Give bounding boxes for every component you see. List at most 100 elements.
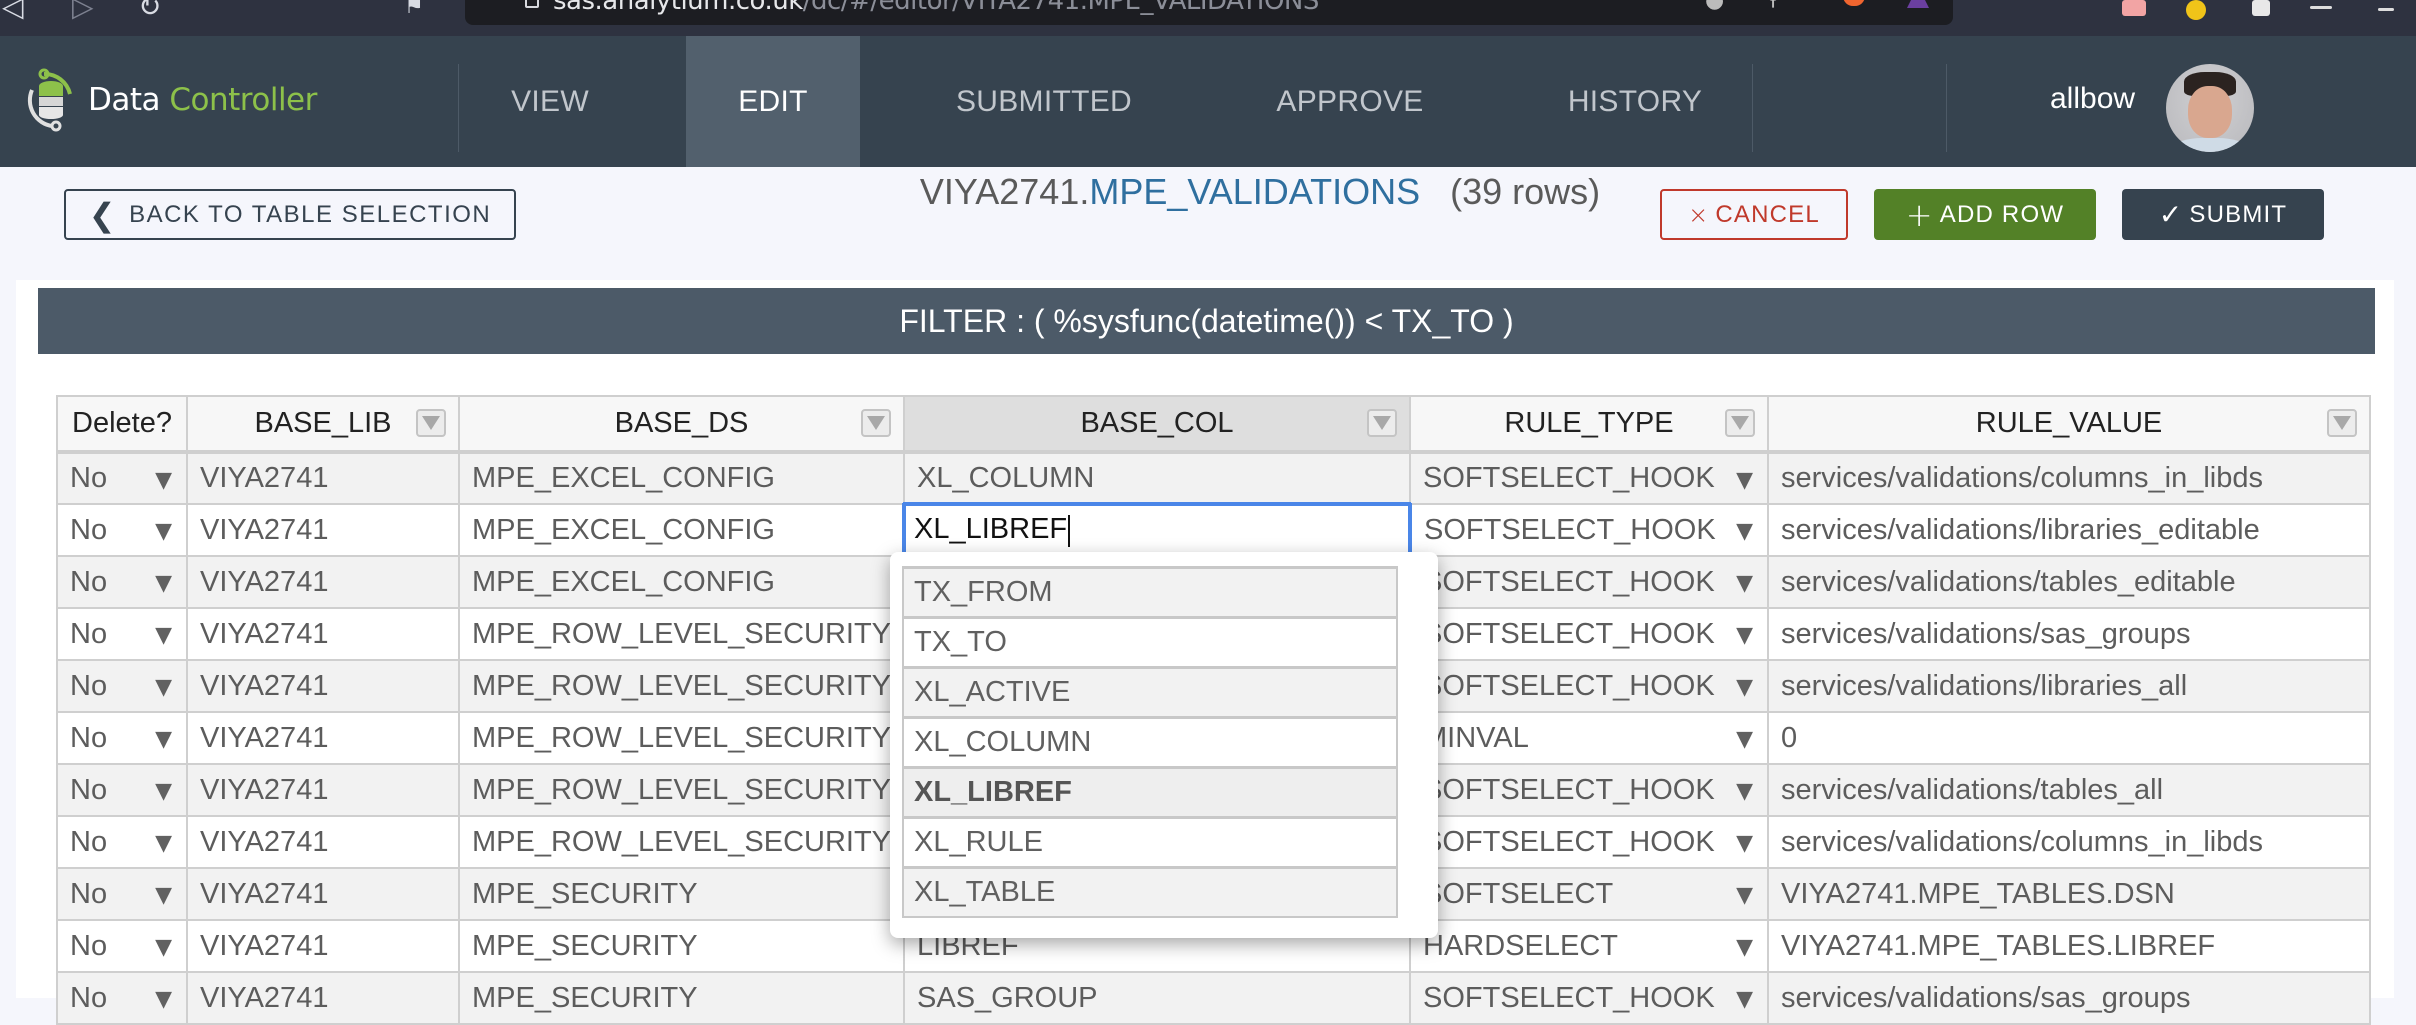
cell-base-ds[interactable]: MPE_ROW_LEVEL_SECURITY <box>457 763 906 817</box>
nav-view[interactable]: VIEW <box>460 36 640 167</box>
dropdown-arrow-icon[interactable]: ▼ <box>155 987 172 1012</box>
cell-rule-value[interactable]: services/validations/libraries_all <box>1767 659 2372 713</box>
back-to-table-selection-button[interactable]: ❮ BACK TO TABLE SELECTION <box>64 189 516 240</box>
cell-base-ds[interactable]: MPE_ROW_LEVEL_SECURITY <box>457 607 906 661</box>
cell-rule-type[interactable]: SOFTSELECT ▼ <box>1409 867 1770 921</box>
column-filter-button[interactable] <box>2327 409 2358 437</box>
cell-base-ds[interactable]: MPE_ROW_LEVEL_SECURITY <box>457 815 906 869</box>
cell-base-lib[interactable]: VIYA2741 <box>186 763 460 817</box>
bookmark-icon[interactable]: ⚑ <box>404 0 424 22</box>
cell-delete[interactable]: No ▼ <box>56 659 188 713</box>
nav-submitted[interactable]: SUBMITTED <box>920 36 1168 167</box>
dropdown-arrow-icon[interactable]: ▼ <box>155 571 172 596</box>
cell-base-ds[interactable]: MPE_SECURITY <box>457 971 906 1025</box>
cell-rule-value[interactable]: services/validations/columns_in_libds <box>1767 815 2372 869</box>
cell-rule-type[interactable]: MINVAL ▼ <box>1409 711 1770 765</box>
dropdown-arrow-icon[interactable]: ▼ <box>1736 468 1753 493</box>
add-row-button[interactable]: + ADD ROW <box>1874 189 2096 240</box>
cell-base-ds[interactable]: MPE_SECURITY <box>457 919 906 973</box>
cell-base-lib[interactable]: VIYA2741 <box>186 919 460 973</box>
cell-rule-value[interactable]: services/validations/sas_groups <box>1767 607 2372 661</box>
cell-base-ds[interactable]: MPE_EXCEL_CONFIG <box>457 503 906 557</box>
submit-button[interactable]: ✓ SUBMIT <box>2122 189 2324 240</box>
column-filter-button[interactable] <box>416 409 446 437</box>
forward-icon[interactable]: ▷ <box>72 0 94 22</box>
cell-base-lib[interactable]: VIYA2741 <box>186 503 460 557</box>
cell-base-ds[interactable]: MPE_ROW_LEVEL_SECURITY <box>457 659 906 713</box>
dropdown-arrow-icon[interactable]: ▼ <box>1736 519 1753 544</box>
extension-icon[interactable] <box>2122 0 2146 16</box>
dropdown-arrow-icon[interactable]: ▼ <box>155 468 172 493</box>
dropdown-arrow-icon[interactable]: ▼ <box>155 675 172 700</box>
cell-delete[interactable]: No ▼ <box>56 919 188 973</box>
puzzle-extensions-icon[interactable] <box>2252 0 2270 16</box>
cell-base-lib[interactable]: VIYA2741 <box>186 607 460 661</box>
zoom-search-icon[interactable]: ⚲ <box>1765 0 1787 11</box>
nav-edit[interactable]: EDIT <box>686 36 860 167</box>
back-icon[interactable]: ◁ <box>2 0 24 22</box>
cell-delete[interactable]: No ▼ <box>56 711 188 765</box>
autocomplete-option[interactable]: TX_FROM <box>902 566 1398 618</box>
cell-editor-input[interactable]: XL_LIBREF <box>902 502 1413 558</box>
logo[interactable]: Data Controller <box>22 68 317 132</box>
cell-delete[interactable]: No ▼ <box>56 503 188 557</box>
cell-rule-type[interactable]: SOFTSELECT_HOOK ▼ <box>1409 659 1770 713</box>
cell-rule-type[interactable]: SOFTSELECT_HOOK ▼ <box>1409 607 1770 661</box>
cell-base-lib[interactable]: VIYA2741 <box>186 867 460 921</box>
dropdown-arrow-icon[interactable]: ▼ <box>1736 727 1753 752</box>
cell-rule-value[interactable]: services/validations/libraries_editable <box>1767 503 2372 557</box>
dropdown-arrow-icon[interactable]: ▼ <box>155 727 172 752</box>
cell-rule-value[interactable]: services/validations/tables_all <box>1767 763 2372 817</box>
dropdown-arrow-icon[interactable]: ▼ <box>155 883 172 908</box>
cell-rule-value[interactable]: services/validations/sas_groups <box>1767 971 2372 1025</box>
reload-icon[interactable]: ↻ <box>138 0 161 22</box>
column-filter-button[interactable] <box>861 409 892 437</box>
column-header-rule-value[interactable]: RULE_VALUE <box>1767 395 2372 454</box>
dropdown-arrow-icon[interactable]: ▼ <box>1736 935 1753 960</box>
dataset-name[interactable]: MPE_VALIDATIONS <box>1089 171 1420 212</box>
cell-base-lib[interactable]: VIYA2741 <box>186 555 460 609</box>
autocomplete-option[interactable]: XL_TABLE <box>902 866 1398 918</box>
cell-delete[interactable]: No ▼ <box>56 867 188 921</box>
dropdown-arrow-icon[interactable]: ▼ <box>1736 883 1753 908</box>
dropdown-arrow-icon[interactable]: ▼ <box>1736 987 1753 1012</box>
dropdown-arrow-icon[interactable]: ▼ <box>1736 623 1753 648</box>
brave-shield-icon[interactable] <box>1843 0 1865 6</box>
cell-delete[interactable]: No ▼ <box>56 607 188 661</box>
dropdown-arrow-icon[interactable]: ▼ <box>1736 779 1753 804</box>
extension-icon[interactable] <box>2186 0 2206 20</box>
dropdown-arrow-icon[interactable]: ▼ <box>155 519 172 544</box>
brave-rewards-icon[interactable] <box>1907 0 1929 8</box>
dropdown-arrow-icon[interactable]: ▼ <box>155 779 172 804</box>
key-icon[interactable]: ● <box>1705 0 1727 13</box>
cell-rule-type[interactable]: SOFTSELECT_HOOK ▼ <box>1409 503 1770 557</box>
menu-icon[interactable] <box>2378 8 2394 11</box>
cell-rule-type[interactable]: SOFTSELECT_HOOK ▼ <box>1409 763 1770 817</box>
cell-base-lib[interactable]: VIYA2741 <box>186 711 460 765</box>
dropdown-arrow-icon[interactable]: ▼ <box>1736 675 1753 700</box>
address-bar[interactable]: sas.analytium.co.uk/dc/#/editor/VIYA2741… <box>465 0 1953 25</box>
cell-base-lib[interactable]: VIYA2741 <box>186 971 460 1025</box>
cell-rule-value[interactable]: services/validations/tables_editable <box>1767 555 2372 609</box>
cell-base-lib[interactable]: VIYA2741 <box>186 659 460 713</box>
column-header-rule-type[interactable]: RULE_TYPE <box>1409 395 1770 454</box>
nav-history[interactable]: HISTORY <box>1530 36 1740 167</box>
cell-base-ds[interactable]: MPE_SECURITY <box>457 867 906 921</box>
cell-rule-value[interactable]: 0 <box>1767 711 2372 765</box>
autocomplete-option[interactable]: XL_RULE <box>902 816 1398 868</box>
cell-rule-type[interactable]: SOFTSELECT_HOOK ▼ <box>1409 971 1770 1025</box>
cell-rule-type[interactable]: HARDSELECT ▼ <box>1409 919 1770 973</box>
autocomplete-option[interactable]: XL_LIBREF <box>902 766 1398 818</box>
cell-delete[interactable]: No ▼ <box>56 555 188 609</box>
cell-base-col[interactable]: SAS_GROUP <box>903 971 1412 1025</box>
dropdown-arrow-icon[interactable]: ▼ <box>1736 831 1753 856</box>
column-header-base-col[interactable]: BASE_COL <box>903 395 1412 454</box>
cell-rule-value[interactable]: VIYA2741.MPE_TABLES.LIBREF <box>1767 919 2372 973</box>
cell-base-ds[interactable]: MPE_ROW_LEVEL_SECURITY <box>457 711 906 765</box>
nav-approve[interactable]: APPROVE <box>1240 36 1460 167</box>
cell-delete[interactable]: No ▼ <box>56 763 188 817</box>
cell-base-ds[interactable]: MPE_EXCEL_CONFIG <box>457 451 906 505</box>
cell-base-col[interactable]: XL_COLUMN <box>903 451 1412 505</box>
cell-delete[interactable]: No ▼ <box>56 971 188 1025</box>
dropdown-arrow-icon[interactable]: ▼ <box>155 623 172 648</box>
